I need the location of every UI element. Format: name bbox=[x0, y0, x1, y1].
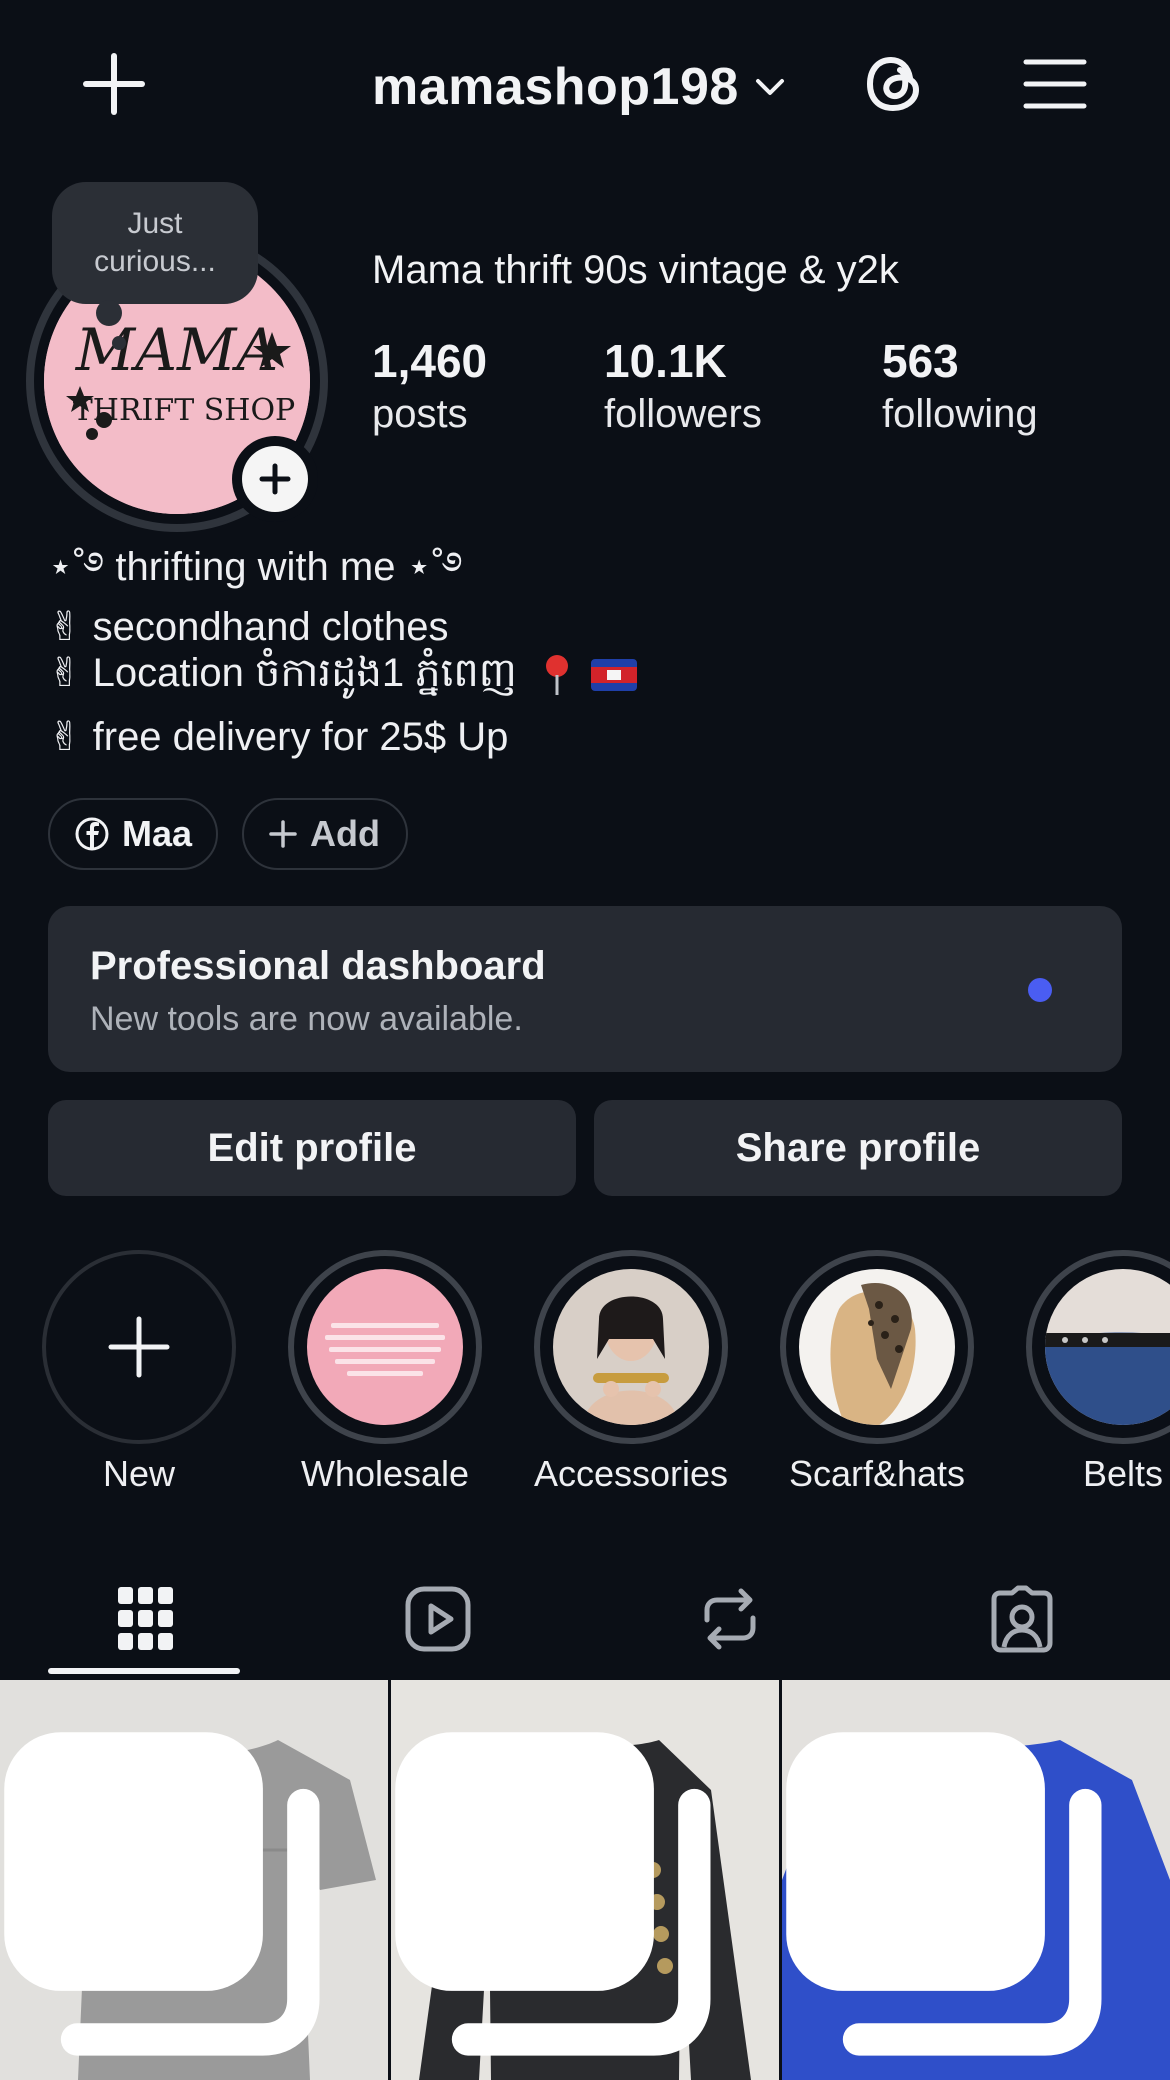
active-tab-indicator bbox=[48, 1668, 240, 1674]
note-tail-small bbox=[112, 336, 126, 350]
bio-line-3-text: ✌︎ Location ចំការដូង1 ភ្នំពេញ bbox=[48, 651, 517, 695]
dashboard-subtitle: New tools are now available. bbox=[90, 1000, 523, 1038]
username: mamashop198 bbox=[372, 58, 739, 116]
highlight-new[interactable]: New bbox=[42, 1250, 236, 1494]
profile-page: mamashop198 MAMA THRIFT SHOP Just curiou… bbox=[0, 0, 1170, 2080]
highlight-ring bbox=[534, 1250, 728, 1444]
followers-stat[interactable]: 10.1K followers bbox=[604, 334, 762, 440]
highlight-accessories[interactable]: Accessories bbox=[534, 1250, 728, 1494]
post-thumbnail[interactable] bbox=[0, 1680, 388, 2080]
add-story-button[interactable] bbox=[232, 436, 318, 522]
account-switcher[interactable]: mamashop198 bbox=[372, 52, 787, 122]
highlight-scarf-hats[interactable]: Scarf&hats bbox=[780, 1250, 974, 1494]
logo-text-mama: MAMA bbox=[75, 316, 279, 384]
hamburger-menu-icon[interactable] bbox=[1022, 56, 1088, 112]
highlight-label: Wholesale bbox=[300, 1453, 470, 1494]
highlight-cover-image bbox=[799, 1269, 955, 1425]
bio-line-3: ✌︎ Location ចំការដូង1 ភ្នំពេញ bbox=[48, 650, 638, 697]
share-profile-button[interactable]: Share profile bbox=[594, 1100, 1122, 1196]
dashboard-title: Professional dashboard bbox=[90, 944, 546, 988]
tab-tagged[interactable] bbox=[876, 1560, 1168, 1678]
professional-dashboard-card[interactable]: Professional dashboard New tools are now… bbox=[48, 906, 1122, 1072]
following-label: following bbox=[882, 392, 1038, 436]
posts-label: posts bbox=[372, 392, 468, 436]
chevron-down-icon bbox=[755, 79, 784, 95]
posts-grid: ROCK bbox=[0, 1680, 1170, 2080]
carousel-icon bbox=[786, 1732, 1102, 2056]
highlight-cover-image bbox=[307, 1269, 463, 1425]
create-plus-icon[interactable] bbox=[82, 52, 146, 116]
bio-line-4: ✌︎ free delivery for 25$ Up bbox=[48, 715, 509, 759]
highlight-label: Accessories bbox=[533, 1453, 729, 1494]
content-tabs bbox=[0, 1560, 1170, 1678]
carousel-icon bbox=[4, 1732, 320, 2056]
reels-icon bbox=[405, 1586, 471, 1652]
highlight-ring bbox=[42, 1250, 236, 1444]
plus-icon bbox=[269, 820, 297, 848]
highlight-ring bbox=[1026, 1250, 1170, 1444]
followers-label: followers bbox=[604, 392, 762, 436]
threads-icon[interactable] bbox=[860, 48, 928, 120]
highlight-label: Belts bbox=[1082, 1453, 1164, 1494]
tab-posts-grid[interactable] bbox=[0, 1560, 292, 1678]
highlight-wholesale[interactable]: Wholesale bbox=[288, 1250, 482, 1494]
following-count: 563 bbox=[882, 335, 959, 387]
highlight-ring bbox=[288, 1250, 482, 1444]
highlight-ring bbox=[780, 1250, 974, 1444]
tab-reposts[interactable] bbox=[584, 1560, 876, 1678]
bio-line-1: ⋆˚࿔ thrifting with me ⋆˚࿔ bbox=[48, 545, 463, 589]
highlight-label: New bbox=[102, 1453, 176, 1494]
plus-icon bbox=[108, 1316, 170, 1378]
note-text: Just curious... bbox=[94, 207, 216, 278]
note-tail bbox=[96, 300, 122, 326]
facebook-icon bbox=[75, 817, 109, 851]
pin-icon bbox=[545, 655, 568, 696]
add-link-pill[interactable]: Add bbox=[242, 798, 408, 870]
tab-reels[interactable] bbox=[292, 1560, 584, 1678]
edit-profile-button[interactable]: Edit profile bbox=[48, 1100, 576, 1196]
cambodia-flag-icon bbox=[591, 659, 638, 692]
following-stat[interactable]: 563 following bbox=[882, 334, 1038, 440]
followers-count: 10.1K bbox=[604, 335, 727, 387]
post-thumbnail[interactable] bbox=[391, 1680, 779, 2080]
post-thumbnail[interactable]: ROCK bbox=[782, 1680, 1170, 2080]
facebook-link-label: Maa bbox=[121, 813, 192, 854]
facebook-link-pill[interactable]: Maa bbox=[48, 798, 218, 870]
tagged-icon bbox=[991, 1585, 1053, 1653]
new-indicator-dot bbox=[1028, 978, 1052, 1002]
highlight-belts[interactable]: Belts bbox=[1026, 1250, 1170, 1494]
display-name: Mama thrift 90s vintage & y2k bbox=[372, 248, 899, 292]
carousel-icon bbox=[395, 1732, 711, 2056]
highlight-label: Scarf&hats bbox=[788, 1453, 966, 1494]
posts-count: 1,460 bbox=[372, 335, 488, 387]
bio-line-2: ✌︎ secondhand clothes bbox=[48, 605, 449, 649]
posts-stat[interactable]: 1,460 posts bbox=[372, 334, 487, 440]
add-link-label: Add bbox=[310, 813, 380, 854]
reposts-icon bbox=[704, 1588, 756, 1650]
note-bubble[interactable]: Just curious... bbox=[52, 182, 258, 304]
highlight-cover-image bbox=[1045, 1269, 1170, 1425]
grid-icon bbox=[118, 1587, 173, 1650]
highlight-cover-image bbox=[553, 1269, 709, 1425]
plus-icon bbox=[259, 463, 291, 495]
top-bar: mamashop198 bbox=[0, 0, 1170, 170]
